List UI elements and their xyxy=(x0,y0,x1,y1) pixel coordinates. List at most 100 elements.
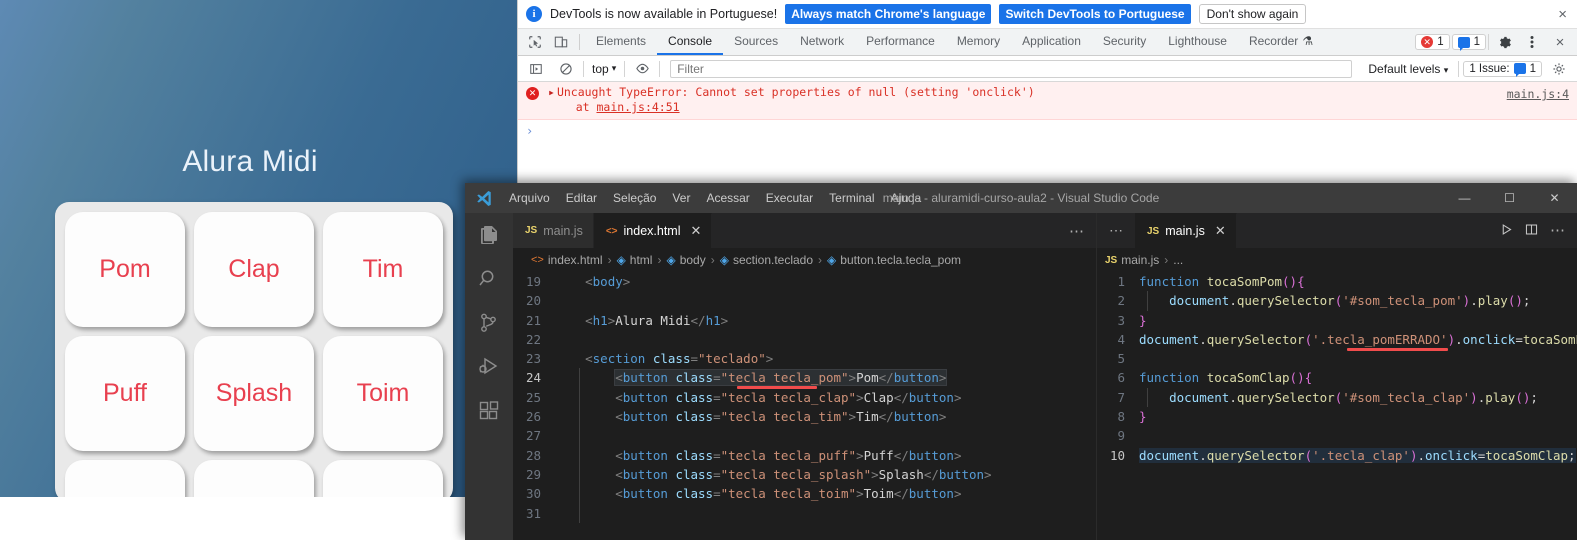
console-error-message-line: ▸ Uncaught TypeError: Cannot set properti… xyxy=(548,85,1569,100)
breadcrumb-label: index.html xyxy=(547,253,603,267)
context-selector[interactable]: top ▾ xyxy=(588,62,620,76)
breadcrumb-item-html[interactable]: ◈ html xyxy=(617,253,653,267)
key-toim[interactable]: Toim xyxy=(323,336,443,451)
key-puff[interactable]: Puff xyxy=(65,336,185,451)
more-actions-icon[interactable]: ⋯ xyxy=(1069,222,1084,240)
run-and-debug-icon[interactable] xyxy=(477,355,501,379)
tabrow-left-actions: ⋯ xyxy=(1057,213,1096,248)
device-toolbar-icon[interactable] xyxy=(548,29,574,55)
search-icon[interactable] xyxy=(477,267,501,291)
tab-network[interactable]: Network xyxy=(789,29,855,55)
source-control-icon[interactable] xyxy=(477,311,501,335)
key-splash[interactable]: Splash xyxy=(194,336,314,451)
tab-sources[interactable]: Sources xyxy=(723,29,789,55)
close-devtools-icon[interactable]: × xyxy=(1547,34,1573,51)
tab-console[interactable]: Console xyxy=(657,29,724,55)
breadcrumb-item-body[interactable]: ◈ body xyxy=(666,253,705,267)
code-line: 29 <button class="tecla tecla_splash">Sp… xyxy=(513,464,1096,485)
chevron-down-icon: ▾ xyxy=(611,63,617,73)
tab-security[interactable]: Security xyxy=(1092,29,1157,55)
explorer-icon[interactable] xyxy=(477,223,501,247)
key-clap[interactable]: Clap xyxy=(194,212,314,327)
menu-ver[interactable]: Ver xyxy=(664,188,698,208)
inspect-element-icon[interactable] xyxy=(522,29,548,55)
console-source-link[interactable]: main.js:4 xyxy=(1507,87,1569,101)
maximize-button[interactable]: ☐ xyxy=(1487,183,1532,213)
console-input-prompt[interactable]: › xyxy=(518,120,1577,142)
html-file-icon: <> xyxy=(531,254,544,266)
line-number: 7 xyxy=(1117,389,1125,405)
menu-acessar[interactable]: Acessar xyxy=(698,188,757,208)
close-icon[interactable]: ✕ xyxy=(691,223,702,239)
tab-application[interactable]: Application xyxy=(1011,29,1092,55)
tabrow-right-overflow[interactable]: ⋯ xyxy=(1097,213,1135,248)
key-pom[interactable]: Pom xyxy=(65,212,185,327)
stack-source-link[interactable]: main.js:4:51 xyxy=(596,100,679,114)
close-icon[interactable]: ✕ xyxy=(1215,223,1226,239)
message-count-badge[interactable]: 1 xyxy=(1451,34,1486,51)
line-number: 10 xyxy=(1109,447,1125,463)
kebab-menu-icon[interactable] xyxy=(1519,35,1545,49)
error-count-badge[interactable]: ✕ 1 xyxy=(1415,34,1450,50)
code-line: 30 <button class="tecla tecla_toim">Toim… xyxy=(513,484,1096,504)
console-error-row[interactable]: ✕ ▸ Uncaught TypeError: Cannot set proper… xyxy=(518,82,1577,120)
execute-sidebar-icon[interactable] xyxy=(523,62,549,76)
gear-icon[interactable] xyxy=(1491,35,1517,50)
key-row3-c[interactable] xyxy=(323,460,443,497)
menu-editar[interactable]: Editar xyxy=(558,188,605,208)
more-actions-icon[interactable]: ⋯ xyxy=(1550,223,1565,238)
menu-executar[interactable]: Executar xyxy=(758,188,821,208)
switch-devtools-language-button[interactable]: Switch DevTools to Portuguese xyxy=(999,4,1191,24)
tab-performance[interactable]: Performance xyxy=(855,29,946,55)
breadcrumb-item-file[interactable]: JS main.js xyxy=(1105,253,1159,267)
console-settings-gear-icon[interactable] xyxy=(1546,62,1572,76)
close-icon[interactable]: × xyxy=(1558,6,1569,23)
menu-ajuda[interactable]: Ajuda xyxy=(883,188,930,208)
divider xyxy=(1488,34,1489,50)
breadcrumb-item-file[interactable]: <> index.html xyxy=(531,253,603,267)
console-filter-input[interactable] xyxy=(670,59,1353,78)
tab-main-js-left[interactable]: JS main.js xyxy=(513,213,594,248)
key-row3-b[interactable] xyxy=(194,460,314,497)
divider xyxy=(583,60,584,77)
menu-selecao[interactable]: Seleção xyxy=(605,188,664,208)
code-line: 21 <h1>Alura Midi</h1> xyxy=(513,311,1096,330)
code-editor-index-html[interactable]: 19 <body> 20 21 <h1>Alura Midi</h1> 22 2… xyxy=(513,272,1096,540)
always-match-language-button[interactable]: Always match Chrome's language xyxy=(785,4,992,24)
tab-lighthouse[interactable]: Lighthouse xyxy=(1157,29,1238,55)
code-line: 8} xyxy=(1097,407,1577,426)
expand-arrow-icon[interactable]: ▸ xyxy=(548,85,555,99)
line-number: 5 xyxy=(1117,351,1125,367)
breadcrumb-right: JS main.js › ... xyxy=(1097,248,1577,272)
symbol-cube-icon: ◈ xyxy=(827,253,837,267)
log-levels-selector[interactable]: Default levels ▾ xyxy=(1362,62,1454,76)
breadcrumb-item-symbol[interactable]: ... xyxy=(1173,253,1183,267)
tab-index-html[interactable]: <> index.html ✕ xyxy=(593,213,713,248)
code-line: 7 document.querySelector('#som_tecla_cla… xyxy=(1097,387,1577,408)
dont-show-again-button[interactable]: Don't show again xyxy=(1198,4,1307,24)
line-number: 29 xyxy=(525,466,541,482)
live-expression-icon[interactable] xyxy=(629,61,655,76)
key-tim[interactable]: Tim xyxy=(323,212,443,327)
tab-memory[interactable]: Memory xyxy=(946,29,1011,55)
split-editor-icon[interactable] xyxy=(1525,223,1538,239)
issues-badge[interactable]: 1 Issue: 1 xyxy=(1463,60,1542,77)
tab-elements[interactable]: Elements xyxy=(585,29,657,55)
menu-arquivo[interactable]: Arquivo xyxy=(501,188,558,208)
line-number: 19 xyxy=(525,274,541,289)
issues-icon xyxy=(1513,63,1526,77)
line-number: 8 xyxy=(1117,409,1125,425)
tab-recorder[interactable]: Recorder ⚗ xyxy=(1238,29,1324,55)
menu-terminal[interactable]: Terminal xyxy=(821,188,882,208)
minimize-button[interactable]: — xyxy=(1442,183,1487,213)
clear-console-icon[interactable] xyxy=(553,62,579,76)
tab-main-js-right[interactable]: JS main.js ✕ xyxy=(1135,213,1237,248)
code-editor-main-js[interactable]: 1 function tocaSomPom(){ 2 document.query… xyxy=(1097,272,1577,540)
run-icon[interactable] xyxy=(1500,223,1513,239)
breadcrumb-item-button[interactable]: ◈ button.tecla.tecla_pom xyxy=(827,253,961,267)
close-button[interactable]: ✕ xyxy=(1532,183,1577,213)
breadcrumb-item-section[interactable]: ◈ section.teclado xyxy=(720,253,813,267)
extensions-icon[interactable] xyxy=(477,399,501,423)
vscode-titlebar: Arquivo Editar Seleção Ver Acessar Execu… xyxy=(465,183,1577,213)
key-row3-a[interactable] xyxy=(65,460,185,497)
